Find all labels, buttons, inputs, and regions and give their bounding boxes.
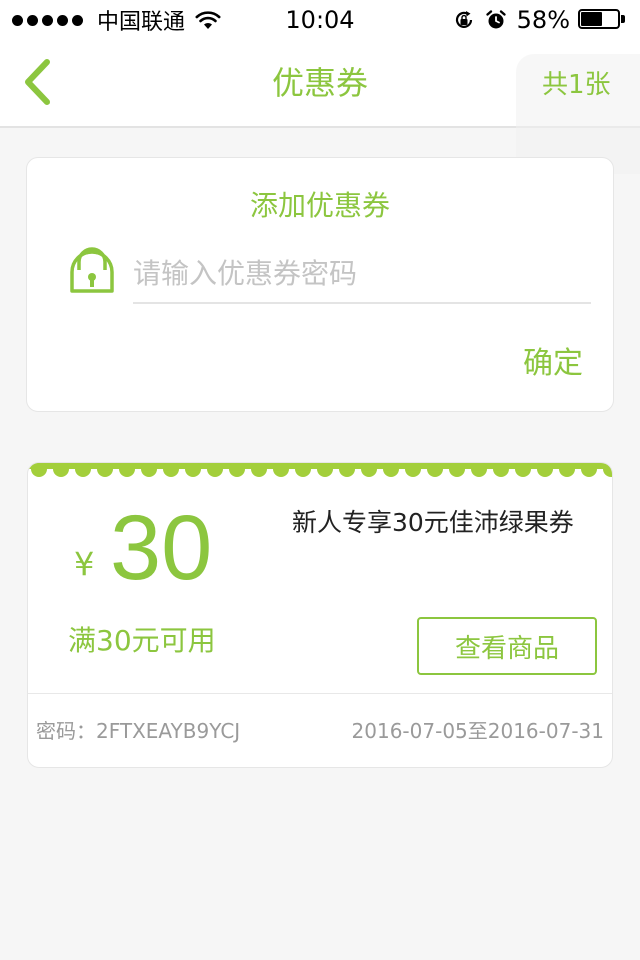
scallop-border (28, 463, 612, 477)
confirm-button[interactable]: 确定 (523, 338, 583, 382)
coupon-divider (28, 693, 612, 694)
coupon-condition: 满30元可用 (68, 624, 216, 657)
coupon-name: 新人专享30元佳沛绿果券 (292, 508, 574, 537)
status-right: 58% (453, 0, 626, 40)
coupon-count-button[interactable]: 共1张 (516, 54, 640, 174)
coupon-code-input[interactable] (133, 244, 591, 304)
coupon-count-label: 共1张 (542, 70, 611, 100)
add-coupon-title: 添加优惠券 (249, 189, 390, 222)
add-coupon-card: 添加优惠券 确定 (26, 157, 614, 412)
lock-icon (70, 247, 114, 293)
coupon-card: ¥ 30 满30元可用 新人专享30元佳沛绿果券 查看商品 密码：2FTXEAY… (27, 462, 613, 768)
status-bar: 中国联通 10:04 58% (0, 0, 640, 40)
coupon-code: 密码：2FTXEAYB9YCJ (36, 719, 241, 743)
coupon-validity: 2016-07-05至2016-07-31 (351, 719, 604, 743)
battery-icon (578, 9, 626, 31)
battery-percent: 58% (516, 6, 570, 34)
rotation-lock-icon (455, 11, 472, 28)
coupon-amount: 30 (110, 497, 213, 599)
view-products-button[interactable]: 查看商品 (417, 617, 597, 675)
nav-bar: 优惠券 共1张 (0, 40, 640, 174)
battery-fill (581, 12, 602, 26)
alarm-icon (485, 10, 506, 29)
currency-symbol: ¥ (74, 545, 95, 583)
